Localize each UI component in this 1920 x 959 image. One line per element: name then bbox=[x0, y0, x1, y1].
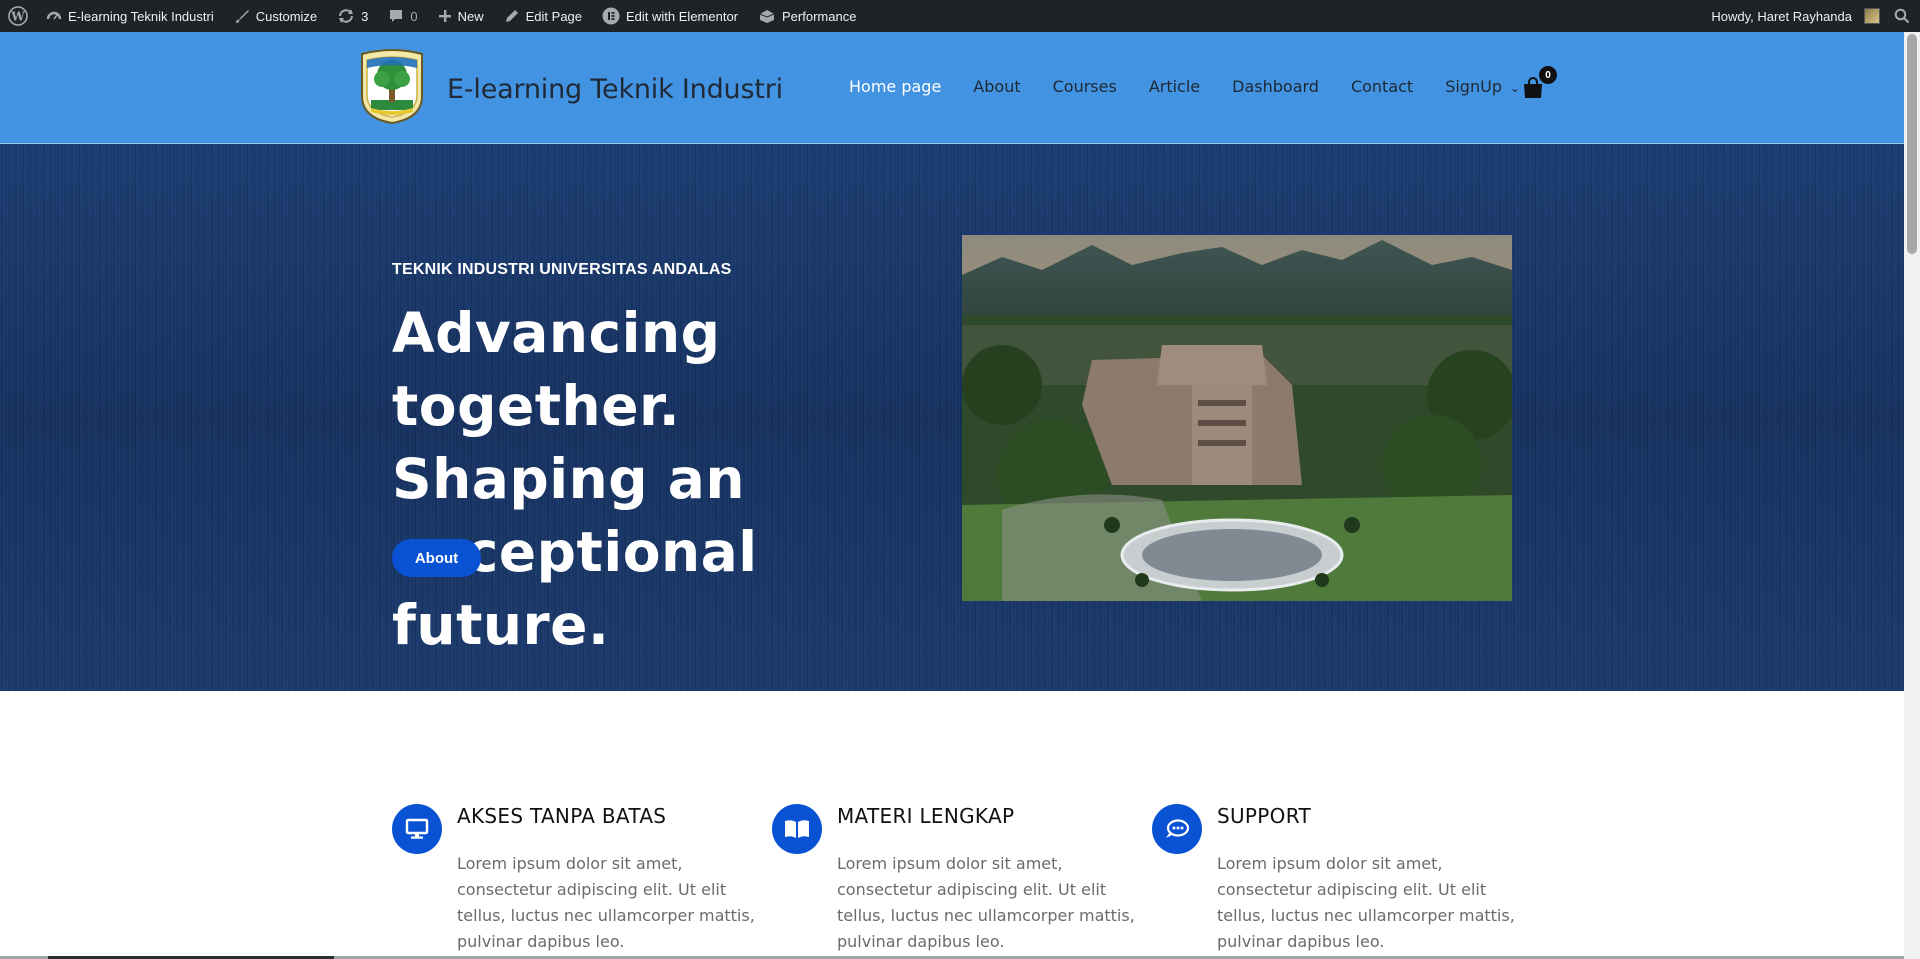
nav-home-page[interactable]: Home page bbox=[849, 77, 941, 96]
hero-headline: Advancing together. Shaping an exception… bbox=[392, 301, 758, 657]
pencil-icon bbox=[505, 10, 518, 22]
admin-bar-performance[interactable]: Performance bbox=[748, 0, 866, 32]
feature-text: Lorem ipsum dolor sit amet, consectetur … bbox=[1217, 854, 1515, 951]
admin-bar-right: Howdy, Haret Rayhanda bbox=[1701, 0, 1920, 32]
chevron-down-icon: ⌄ bbox=[1509, 81, 1521, 95]
comment-icon bbox=[390, 10, 403, 22]
chat-icon bbox=[1152, 804, 1202, 854]
hero-section: TEKNIK INDUSTRI UNIVERSITAS ANDALAS Adva… bbox=[0, 144, 1904, 691]
admin-bar-updates[interactable]: 3 bbox=[327, 0, 378, 32]
avatar bbox=[1864, 8, 1880, 24]
admin-bar-new[interactable]: New bbox=[428, 0, 494, 32]
customize-label: Customize bbox=[255, 8, 318, 24]
page-scrollbar[interactable] bbox=[1904, 32, 1920, 959]
admin-bar-customize[interactable]: Customize bbox=[224, 0, 327, 32]
comments-count: 0 bbox=[410, 8, 418, 24]
scrollbar-thumb[interactable] bbox=[1907, 34, 1917, 254]
admin-bar-comments[interactable]: 0 bbox=[378, 0, 427, 32]
nav-contact[interactable]: Contact bbox=[1351, 77, 1413, 96]
edit-page-label: Edit Page bbox=[525, 8, 583, 24]
feature-text: Lorem ipsum dolor sit amet, consectetur … bbox=[837, 854, 1135, 951]
new-label: New bbox=[457, 8, 484, 24]
university-logo[interactable] bbox=[358, 48, 426, 124]
admin-bar-account[interactable]: Howdy, Haret Rayhanda bbox=[1701, 0, 1886, 32]
nav-signup-label: SignUp bbox=[1445, 77, 1502, 96]
updates-icon bbox=[339, 9, 354, 23]
admin-bar-elementor[interactable]: Edit with Elementor bbox=[592, 0, 748, 32]
brush-icon bbox=[235, 10, 249, 23]
admin-bar-site-name[interactable]: E-learning Teknik Industri bbox=[36, 0, 224, 32]
site-title[interactable]: E-learning Teknik Industri bbox=[447, 74, 783, 105]
svg-text:W: W bbox=[10, 10, 25, 24]
nav-courses[interactable]: Courses bbox=[1053, 77, 1117, 96]
monitor-icon bbox=[392, 804, 442, 854]
search-icon bbox=[1894, 8, 1910, 24]
updates-count: 3 bbox=[361, 8, 369, 24]
performance-label: Performance bbox=[782, 8, 857, 24]
book-icon bbox=[772, 804, 822, 854]
hero-kicker: TEKNIK INDUSTRI UNIVERSITAS ANDALAS bbox=[392, 261, 732, 278]
edit-elementor-label: Edit with Elementor bbox=[626, 8, 739, 24]
site-name-label: E-learning Teknik Industri bbox=[68, 8, 214, 24]
nav-article[interactable]: Article bbox=[1149, 77, 1200, 96]
performance-icon bbox=[759, 10, 775, 23]
howdy-label: Howdy, Haret Rayhanda bbox=[1711, 8, 1852, 24]
wp-admin-bar: W E-learning Teknik Industri Customize 3… bbox=[0, 0, 1920, 32]
campus-aerial-image bbox=[962, 235, 1512, 601]
feature-title: SUPPORT bbox=[1217, 804, 1311, 828]
elementor-icon bbox=[602, 7, 620, 25]
main-nav: Home page About Courses Article Dashboar… bbox=[849, 77, 1552, 96]
feature-title: AKSES TANPA BATAS bbox=[457, 804, 667, 828]
hero-about-button[interactable]: About bbox=[392, 539, 481, 577]
site-header: E-learning Teknik Industri Home page Abo… bbox=[0, 32, 1904, 144]
wordpress-logo-icon[interactable]: W bbox=[0, 0, 36, 32]
admin-bar-edit-page[interactable]: Edit Page bbox=[494, 0, 592, 32]
page: W E-learning Teknik Industri Customize 3… bbox=[0, 0, 1920, 959]
nav-dashboard[interactable]: Dashboard bbox=[1232, 77, 1319, 96]
feature-text: Lorem ipsum dolor sit amet, consectetur … bbox=[457, 854, 755, 951]
nav-signup[interactable]: SignUp ⌄ bbox=[1445, 77, 1520, 96]
admin-bar-search[interactable] bbox=[1886, 0, 1920, 32]
dashboard-icon bbox=[46, 11, 62, 20]
feature-title: MATERI LENGKAP bbox=[837, 804, 1015, 828]
nav-about[interactable]: About bbox=[973, 77, 1020, 96]
plus-icon bbox=[438, 10, 451, 22]
cart-count-badge: 0 bbox=[1539, 66, 1557, 84]
